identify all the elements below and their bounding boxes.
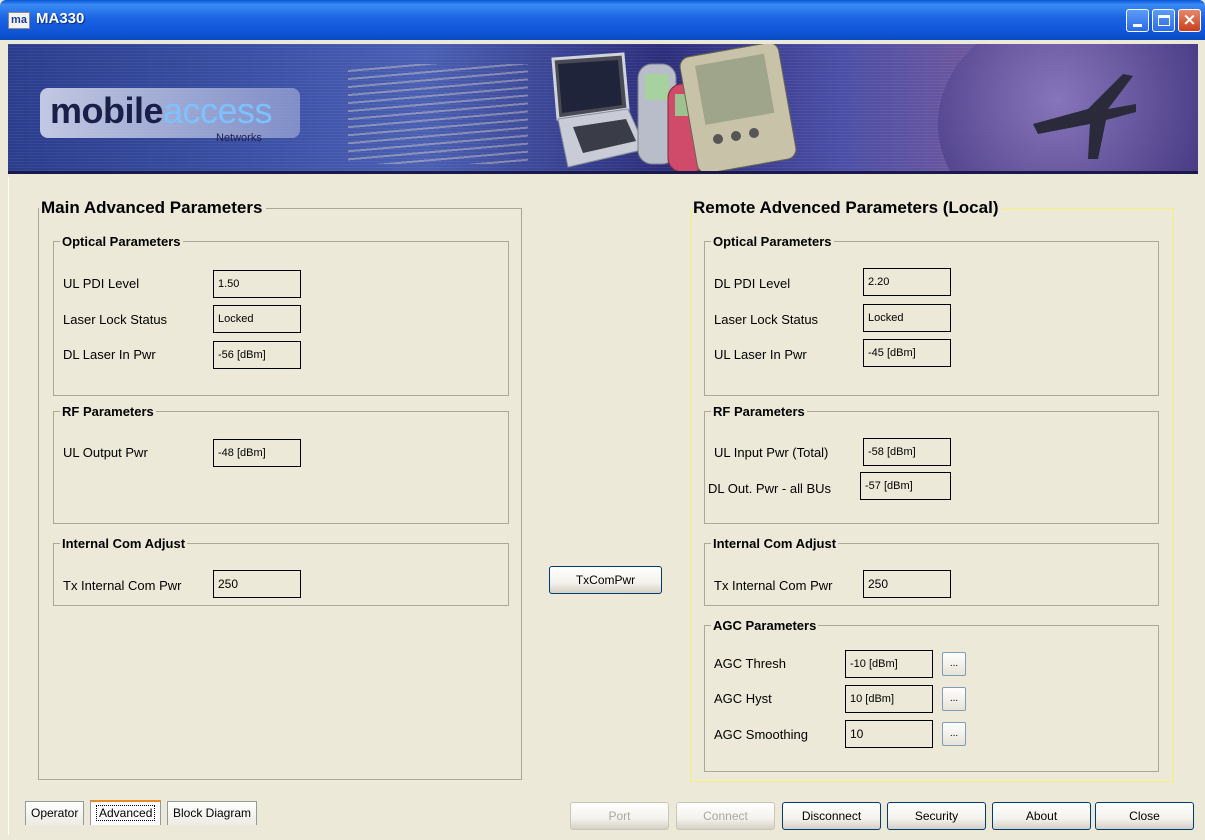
- tab-operator-label: Operator: [31, 806, 79, 820]
- maximize-icon: [1158, 15, 1170, 26]
- agc-thresh-edit-button[interactable]: ...: [942, 652, 966, 676]
- agc-thresh-field[interactable]: -10 [dBm]: [845, 650, 933, 678]
- remote-rf-parameters-title: RF Parameters: [713, 404, 805, 419]
- remote-advanced-parameters-title: Remote Advenced Parameters (Local): [693, 198, 999, 217]
- close-button[interactable]: Close: [1095, 802, 1194, 830]
- light-streaks: [348, 64, 528, 164]
- remote-tx-internal-com-pwr-field[interactable]: 250: [863, 570, 951, 598]
- disconnect-button[interactable]: Disconnect: [782, 802, 881, 830]
- agc-parameters-title: AGC Parameters: [713, 618, 817, 633]
- security-button[interactable]: Security: [887, 802, 986, 830]
- remote-optical-parameters-title: Optical Parameters: [713, 234, 832, 249]
- remote-laser-lock-status-label: Laser Lock Status: [714, 312, 819, 327]
- close-window-button[interactable]: ×: [1178, 9, 1201, 32]
- connect-button[interactable]: Connect: [676, 802, 775, 830]
- ul-laser-in-pwr-label: UL Laser In Pwr: [714, 347, 807, 362]
- tab-advanced-label: Advanced: [96, 805, 156, 821]
- agc-hyst-edit-button[interactable]: ...: [942, 687, 966, 711]
- main-tx-internal-com-pwr-field[interactable]: 250: [213, 570, 301, 598]
- main-rf-parameters-title: RF Parameters: [62, 404, 154, 419]
- remote-laser-lock-status-field[interactable]: Locked: [863, 304, 951, 332]
- phones-image: [637, 44, 797, 171]
- ul-input-pwr-total-label: UL Input Pwr (Total): [714, 445, 829, 460]
- title-bar[interactable]: ma MA330 ×: [0, 0, 1205, 40]
- banner: mobileaccess Networks: [8, 44, 1198, 174]
- tab-block-diagram[interactable]: Block Diagram: [167, 801, 258, 825]
- tab-block-diagram-label: Block Diagram: [173, 806, 252, 820]
- ul-output-pwr-label: UL Output Pwr: [63, 445, 148, 460]
- main-tx-internal-com-pwr-label: Tx Internal Com Pwr: [63, 578, 182, 593]
- main-optical-parameters-title: Optical Parameters: [62, 234, 181, 249]
- agc-thresh-label: AGC Thresh: [714, 656, 787, 671]
- remote-tx-internal-com-pwr-label: Tx Internal Com Pwr: [714, 578, 833, 593]
- dl-laser-in-pwr-field[interactable]: -56 [dBm]: [213, 341, 301, 369]
- maximize-button[interactable]: [1152, 9, 1175, 32]
- logo-main-text: mobile: [50, 90, 164, 131]
- main-laser-lock-status-field[interactable]: Locked: [213, 305, 301, 333]
- minimize-button[interactable]: [1126, 9, 1149, 32]
- agc-hyst-field[interactable]: 10 [dBm]: [845, 685, 933, 713]
- about-button[interactable]: About: [992, 802, 1091, 830]
- agc-smoothing-label: AGC Smoothing: [714, 727, 808, 742]
- agc-smoothing-edit-button[interactable]: ...: [942, 722, 966, 746]
- dl-pdi-level-label: DL PDI Level: [714, 276, 791, 291]
- logo-accent-text: access: [163, 90, 273, 131]
- main-internal-com-adjust-title: Internal Com Adjust: [62, 536, 186, 551]
- window-title: MA330: [36, 10, 85, 27]
- app-icon[interactable]: ma: [8, 12, 30, 29]
- dl-laser-in-pwr-label: DL Laser In Pwr: [63, 347, 156, 362]
- minimize-icon: [1133, 24, 1142, 27]
- agc-hyst-label: AGC Hyst: [714, 691, 772, 706]
- port-button[interactable]: Port: [570, 802, 669, 830]
- ul-pdi-level-label: UL PDI Level: [63, 276, 140, 291]
- remote-internal-com-adjust-title: Internal Com Adjust: [713, 536, 837, 551]
- ul-input-pwr-total-field[interactable]: -58 [dBm]: [863, 438, 951, 466]
- txcompwr-button[interactable]: TxComPwr: [549, 566, 662, 594]
- agc-smoothing-field[interactable]: 10: [845, 720, 933, 748]
- dl-pdi-level-field[interactable]: 2.20: [863, 268, 951, 296]
- close-icon: ×: [1182, 10, 1197, 30]
- dl-out-pwr-all-bus-field[interactable]: -57 [dBm]: [860, 472, 951, 500]
- logo-subtitle: Networks: [216, 132, 262, 144]
- dl-out-pwr-all-bus-label: DL Out. Pwr - all BUs: [708, 481, 832, 496]
- main-advanced-parameters-title: Main Advanced Parameters: [41, 198, 263, 217]
- logo: mobileaccess: [50, 90, 273, 132]
- main-laser-lock-status-label: Laser Lock Status: [63, 312, 168, 327]
- ul-laser-in-pwr-field[interactable]: -45 [dBm]: [863, 339, 951, 367]
- tab-advanced[interactable]: Advanced: [90, 800, 162, 825]
- airplane-image: [1033, 74, 1136, 159]
- ul-output-pwr-field[interactable]: -48 [dBm]: [213, 439, 301, 467]
- ul-pdi-level-field[interactable]: 1.50: [213, 270, 301, 298]
- tab-operator[interactable]: Operator: [25, 801, 85, 825]
